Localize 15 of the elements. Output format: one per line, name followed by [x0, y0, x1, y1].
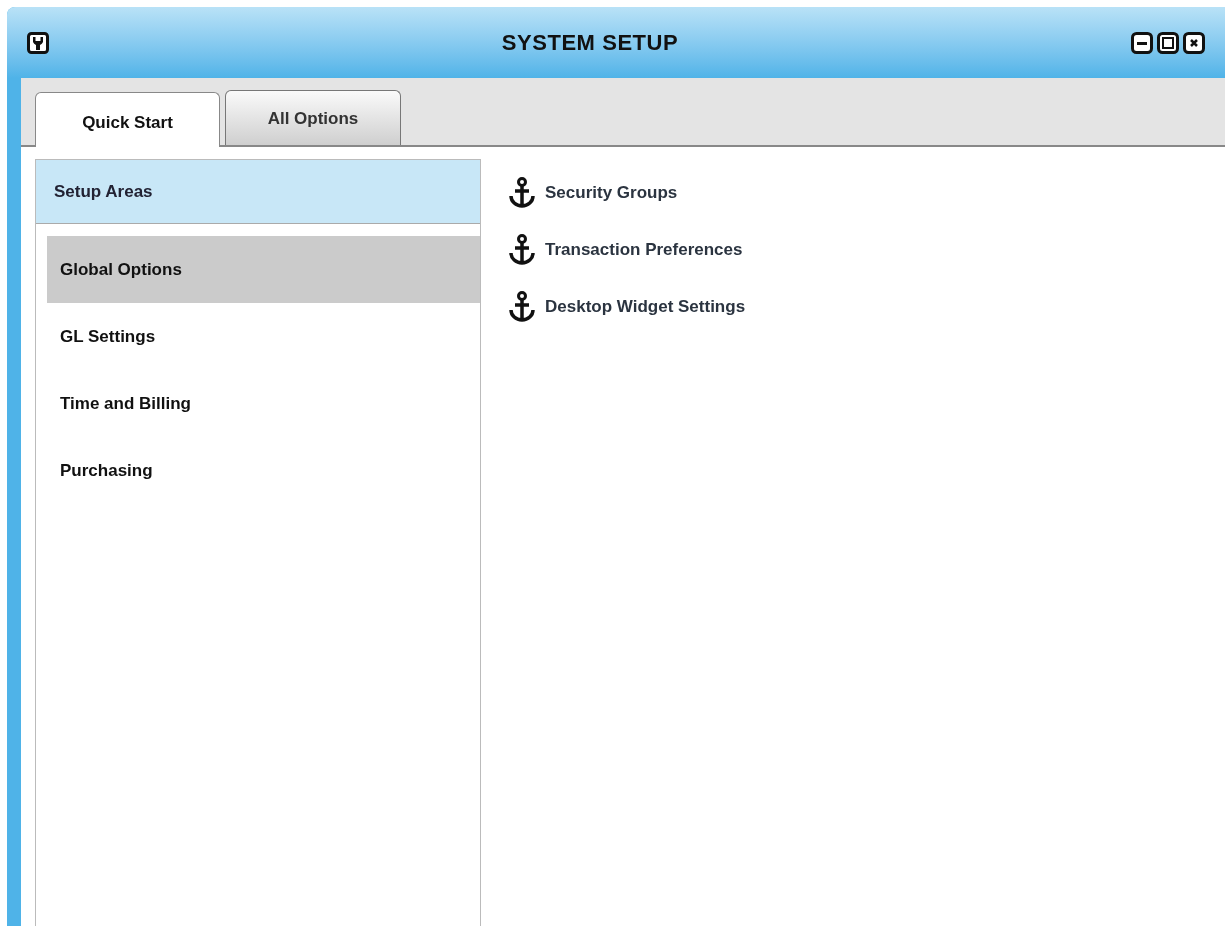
maximize-icon[interactable] — [1157, 31, 1179, 54]
sidebar-item[interactable]: Global Options — [47, 236, 480, 303]
sidebar-header: Setup Areas — [36, 160, 480, 224]
setup-link[interactable]: Security Groups — [545, 180, 678, 206]
anchor-icon — [509, 291, 535, 323]
setup-link[interactable]: Transaction Preferences — [545, 237, 743, 263]
window-title: SYSTEM SETUP — [500, 29, 680, 57]
anchor-icon — [509, 177, 535, 209]
anchor-icon — [509, 234, 535, 266]
tab[interactable]: All Options — [225, 90, 401, 145]
minimize-icon[interactable] — [1131, 31, 1153, 54]
close-icon[interactable] — [1183, 31, 1205, 54]
tab[interactable]: Quick Start — [35, 92, 220, 147]
wrench-icon — [27, 31, 49, 54]
setup-link[interactable]: Desktop Widget Settings — [545, 294, 746, 320]
